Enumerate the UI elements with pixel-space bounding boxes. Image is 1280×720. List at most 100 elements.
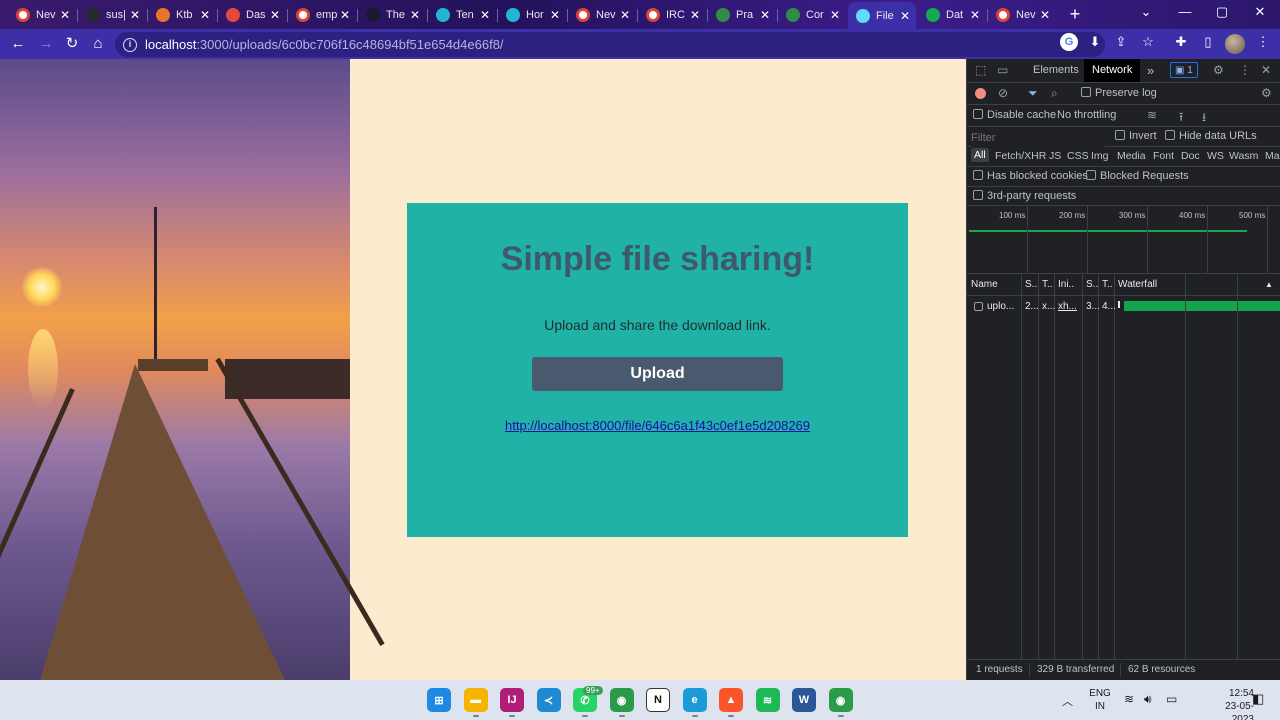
devtools-menu-icon[interactable]: ⋮	[1239, 63, 1251, 77]
column-header-1[interactable]: S..	[1025, 279, 1037, 290]
type-filter-media[interactable]: Media	[1117, 150, 1146, 162]
more-tabs-icon[interactable]: »	[1147, 59, 1154, 82]
request-initiator[interactable]: xh...	[1058, 301, 1077, 312]
browser-tab[interactable]: Nev ✕	[988, 3, 1056, 27]
vscode-icon[interactable]: ≺	[536, 688, 561, 712]
chrome-icon[interactable]: ◉	[609, 688, 634, 712]
invert-checkbox[interactable]: Invert	[1115, 130, 1157, 142]
column-header-4[interactable]: S..	[1086, 279, 1098, 290]
word-icon[interactable]: W	[792, 688, 816, 712]
profile-avatar[interactable]	[1225, 34, 1245, 54]
browser-tab[interactable]: File ✕	[848, 2, 916, 29]
close-tab-icon[interactable]: ✕	[1038, 8, 1052, 22]
language-indicator[interactable]: ENG IN	[1086, 687, 1114, 713]
minimize-icon[interactable]: —	[1170, 4, 1200, 19]
new-tab-icon[interactable]: +	[1066, 5, 1084, 23]
extensions-icon[interactable]: ✚	[1172, 33, 1190, 51]
close-tab-icon[interactable]: ✕	[688, 8, 702, 22]
record-icon[interactable]	[975, 88, 986, 99]
browser-tab[interactable]: Ten ✕	[428, 3, 496, 27]
column-header-5[interactable]: T..	[1102, 279, 1113, 290]
type-filter-img[interactable]: Img	[1091, 150, 1109, 162]
inspect-element-icon[interactable]: ⬚	[975, 63, 986, 77]
forward-icon[interactable]: →	[36, 34, 56, 54]
type-filter-all[interactable]: All	[971, 148, 989, 162]
tray-overflow-chevron-icon[interactable]: ︿	[1062, 693, 1073, 709]
browser-tab[interactable]: Ktb ✕	[148, 3, 216, 27]
upload-button[interactable]: Upload	[532, 357, 783, 391]
close-tab-icon[interactable]: ✕	[828, 8, 842, 22]
bookmark-star-icon[interactable]: ☆	[1139, 33, 1157, 51]
issues-badge[interactable]: ▣ 1	[1170, 62, 1198, 78]
row-select-checkbox[interactable]	[974, 302, 983, 311]
column-header-6[interactable]: Waterfall	[1118, 279, 1157, 290]
disable-cache-checkbox[interactable]: Disable cache	[973, 109, 1056, 121]
import-har-icon[interactable]: ⭱	[1179, 108, 1183, 129]
network-conditions-icon[interactable]: ≋	[1147, 108, 1157, 122]
battery-icon[interactable]: ▭	[1166, 692, 1177, 706]
browser-menu-icon[interactable]: ⋮	[1254, 33, 1272, 51]
tab-search-chevron-icon[interactable]: ⌄	[1131, 4, 1161, 20]
close-tab-icon[interactable]: ✕	[198, 8, 212, 22]
type-filter-js[interactable]: JS	[1049, 150, 1061, 162]
close-tab-icon[interactable]: ✕	[548, 8, 562, 22]
close-tab-icon[interactable]: ✕	[478, 8, 492, 22]
third-party-checkbox[interactable]: 3rd-party requests	[973, 190, 1076, 202]
type-filter-ws[interactable]: WS	[1207, 150, 1224, 162]
type-filter-doc[interactable]: Doc	[1181, 150, 1200, 162]
spotify-icon[interactable]: ≋	[755, 688, 780, 712]
browser-tab[interactable]: Nev ✕	[568, 3, 636, 27]
search-icon[interactable]: ⌕	[1051, 86, 1058, 101]
close-devtools-icon[interactable]: ✕	[1261, 63, 1271, 77]
filter-icon[interactable]: ⏷	[1028, 86, 1038, 101]
hide-data-urls-checkbox[interactable]: Hide data URLs	[1165, 130, 1257, 142]
download-link[interactable]: http://localhost:8000/file/646c6a1f43c0e…	[407, 418, 908, 433]
install-app-icon[interactable]: ⬇	[1086, 33, 1104, 51]
network-settings-icon[interactable]: ⚙	[1261, 86, 1272, 100]
preserve-log-checkbox[interactable]: Preserve log	[1081, 87, 1157, 99]
back-icon[interactable]: ←	[8, 34, 28, 54]
close-tab-icon[interactable]: ✕	[618, 8, 632, 22]
browser-tab[interactable]: sus| ✕	[78, 3, 146, 27]
notion-icon[interactable]: N	[646, 688, 670, 712]
tab-network[interactable]: Network	[1084, 59, 1141, 82]
throttling-select[interactable]: No throttling	[1057, 109, 1116, 121]
google-lens-icon[interactable]: G	[1060, 33, 1078, 51]
settings-gear-icon[interactable]: ⚙	[1213, 63, 1224, 77]
column-header-2[interactable]: T..	[1042, 279, 1053, 290]
browser-tab[interactable]: The ✕	[358, 3, 426, 27]
brave-icon[interactable]: ▲	[719, 688, 743, 712]
close-tab-icon[interactable]: ✕	[968, 8, 982, 22]
address-bar[interactable]: i localhost:3000/uploads/6c0bc706f16c486…	[115, 32, 1105, 57]
device-toolbar-icon[interactable]: ▭	[997, 63, 1008, 77]
maximize-icon[interactable]: ▢	[1207, 4, 1237, 20]
side-panel-icon[interactable]: ▯	[1199, 33, 1217, 51]
volume-icon[interactable]: 🔊︎	[1144, 692, 1152, 707]
blocked-requests-checkbox[interactable]: Blocked Requests	[1086, 170, 1189, 182]
intellij-icon[interactable]: IJ	[500, 688, 524, 712]
site-info-icon[interactable]: i	[123, 37, 137, 52]
sort-ascending-icon[interactable]: ▲	[1265, 280, 1273, 289]
type-filter-wasm[interactable]: Wasm	[1229, 150, 1258, 162]
close-tab-icon[interactable]: ✕	[758, 8, 772, 22]
browser-tab[interactable]: emp ✕	[288, 3, 356, 27]
column-header-0[interactable]: Name	[971, 279, 998, 290]
type-filter-font[interactable]: Font	[1153, 150, 1174, 162]
browser-tab[interactable]: Dat ✕	[918, 3, 986, 27]
close-tab-icon[interactable]: ✕	[898, 9, 912, 23]
close-tab-icon[interactable]: ✕	[128, 8, 142, 22]
notification-icon[interactable]: ◧	[1252, 691, 1264, 707]
column-header-3[interactable]: Ini..	[1058, 279, 1074, 290]
type-filter-css[interactable]: CSS	[1067, 150, 1089, 162]
browser-tab[interactable]: Nev ✕	[8, 3, 76, 27]
close-tab-icon[interactable]: ✕	[408, 8, 422, 22]
clock[interactable]: 12:54 23-05-2023	[1214, 687, 1254, 720]
close-tab-icon[interactable]: ✕	[268, 8, 282, 22]
chrome-profile-icon[interactable]: ◉	[828, 688, 853, 712]
windows-start-icon[interactable]: ⊞	[427, 688, 451, 712]
browser-tab[interactable]: IRC ✕	[638, 3, 706, 27]
export-har-icon[interactable]: ⭳	[1202, 108, 1206, 129]
browser-tab[interactable]: Cor ✕	[778, 3, 846, 27]
type-filter-ma[interactable]: Ma	[1265, 150, 1280, 162]
home-icon[interactable]: ⌂	[88, 34, 108, 54]
